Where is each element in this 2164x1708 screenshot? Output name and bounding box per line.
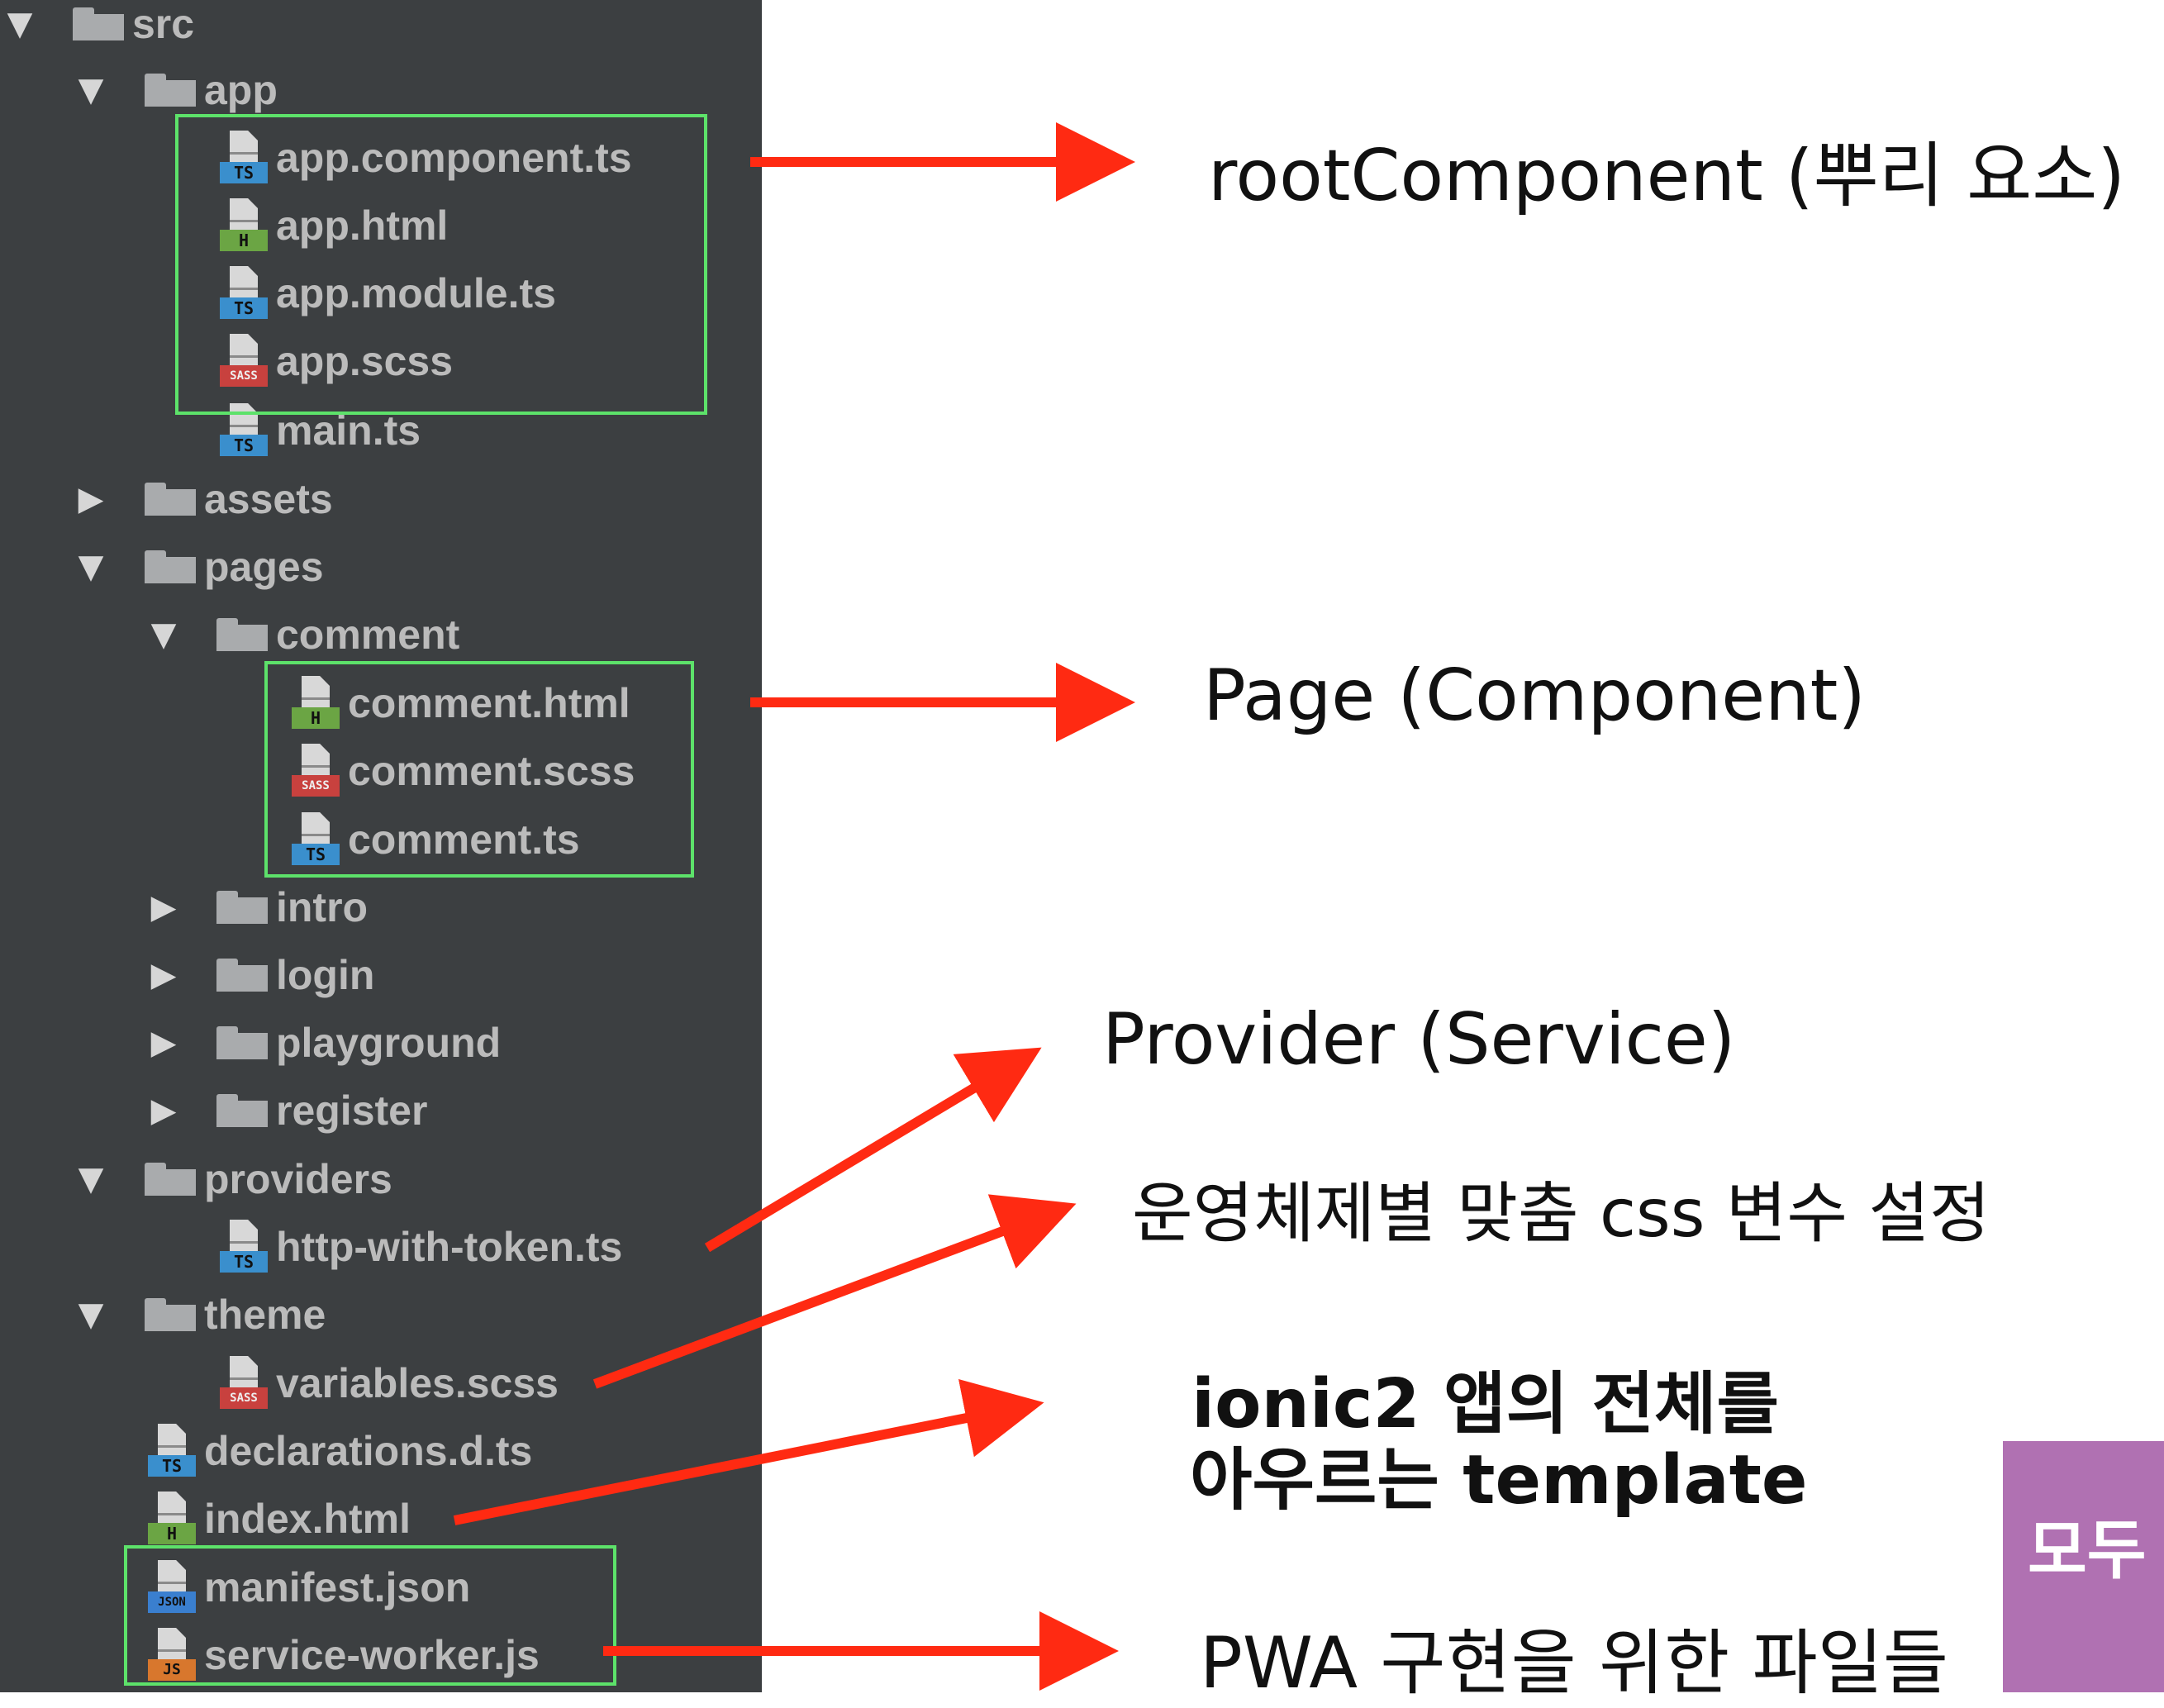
arrow-provider: [704, 1047, 1042, 1253]
corner-badge-text: 모두: [2028, 1514, 2147, 1588]
annotation-pwa: PWA 구현을 위한 파일들: [1200, 1622, 1948, 1705]
corner-badge: 모두: [2003, 1441, 2164, 1692]
annotation-css-vars: 운영체제별 맞춤 css 변수 설정: [1132, 1175, 1990, 1252]
annotation-arrows: [453, 122, 1135, 1691]
annotation-page: Page (Component): [1203, 654, 1866, 737]
annotation-provider: Provider (Service): [1102, 998, 1736, 1081]
annotation-root-component: rootComponent (뿌리 요소): [1208, 135, 2125, 217]
arrow-template: [453, 1379, 1044, 1525]
arrow-css-vars: [592, 1194, 1077, 1389]
annotation-template-line2: 아우르는 template: [1190, 1441, 1808, 1520]
annotation-template-line1: ionic2 앱의 전체를: [1191, 1365, 1779, 1444]
